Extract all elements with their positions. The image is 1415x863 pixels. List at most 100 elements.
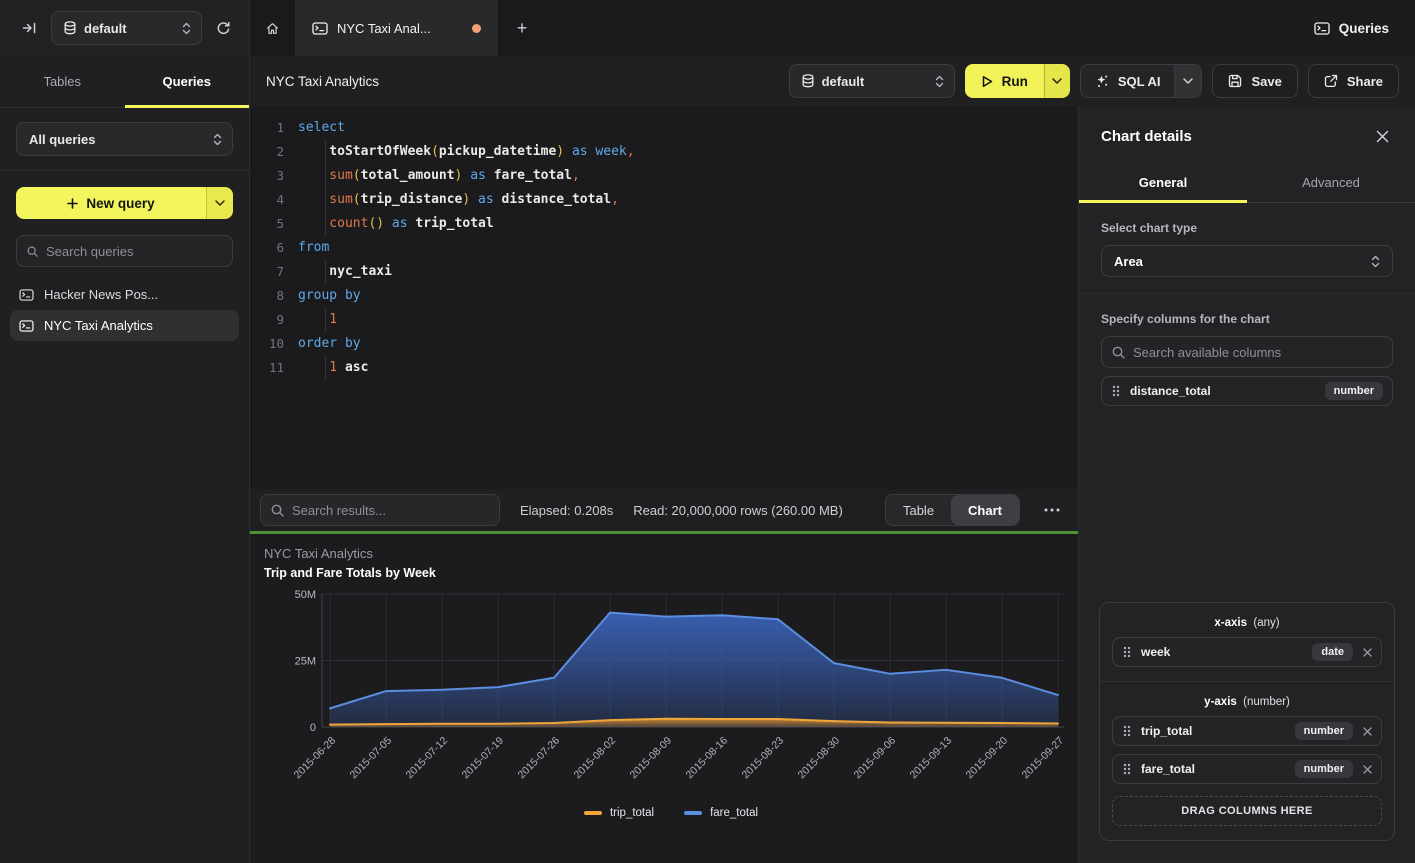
save-button[interactable]: Save [1212, 64, 1297, 98]
terminal-icon [19, 289, 34, 301]
query-search-input[interactable] [46, 244, 222, 259]
results-search[interactable] [260, 494, 500, 526]
x-axis-chip-week[interactable]: week date [1112, 637, 1382, 667]
columns-search[interactable] [1101, 336, 1393, 368]
chart-legend: trip_total fare_total [264, 807, 1078, 819]
home-tab[interactable] [250, 0, 296, 56]
column-chip-distance-total[interactable]: distance_total number [1101, 376, 1393, 406]
rows-read: Read: 20,000,000 rows (260.00 MB) [633, 503, 843, 518]
query-search[interactable] [16, 235, 233, 267]
query-filter-block: All queries [0, 108, 249, 171]
query-tab-nyc-taxi[interactable]: NYC Taxi Anal... [296, 0, 498, 56]
sql-ai-label: SQL AI [1118, 74, 1161, 89]
new-query-block: New query [0, 171, 249, 219]
new-query-dropdown-button[interactable] [206, 187, 233, 219]
code-line: 2 toStartOfWeek(pickup_datetime) as week… [258, 140, 1078, 164]
run-database-selector[interactable]: default [789, 64, 955, 98]
database-icon [64, 21, 76, 35]
query-filter-select[interactable]: All queries [16, 122, 233, 156]
refresh-icon [216, 21, 231, 36]
x-axis-heading: x-axis (any) [1112, 617, 1382, 629]
run-dropdown-button[interactable] [1044, 64, 1070, 98]
drag-columns-dropzone[interactable]: DRAG COLUMNS HERE [1112, 796, 1382, 826]
sql-ai-dropdown-button[interactable] [1174, 65, 1201, 97]
view-toggle: Table Chart [885, 494, 1020, 526]
svg-text:2015-09-13: 2015-09-13 [908, 735, 955, 782]
play-icon [981, 75, 993, 88]
sql-ai-button[interactable]: SQL AI [1081, 65, 1175, 97]
results-more-button[interactable] [1040, 504, 1064, 516]
collapse-icon [22, 21, 37, 35]
results-toolbar: Elapsed: 0.208s Read: 20,000,000 rows (2… [250, 489, 1078, 531]
svg-text:2015-08-23: 2015-08-23 [740, 735, 787, 782]
chevron-down-icon [1183, 78, 1193, 84]
new-tab-button[interactable]: + [498, 0, 546, 56]
sql-editor[interactable]: 1select2 toStartOfWeek(pickup_datetime) … [250, 106, 1078, 489]
terminal-icon [312, 22, 328, 35]
share-button[interactable]: Share [1308, 64, 1399, 98]
database-selector[interactable]: default [51, 11, 202, 45]
y-axis-heading: y-axis (number) [1112, 696, 1382, 708]
chart-subtitle: Trip and Fare Totals by Week [264, 566, 1078, 580]
query-workspace: 1select2 toStartOfWeek(pickup_datetime) … [250, 106, 1078, 863]
drag-handle-icon[interactable] [1112, 385, 1120, 397]
close-panel-button[interactable] [1372, 126, 1393, 147]
code-line: 10order by [258, 332, 1078, 356]
sidebar: Tables Queries All queries New query [0, 56, 250, 863]
drag-handle-icon[interactable] [1123, 763, 1131, 775]
y-axis-chip-fare-total[interactable]: fare_total number [1112, 754, 1382, 784]
svg-text:2015-08-16: 2015-08-16 [684, 735, 731, 782]
remove-column-button[interactable] [1363, 648, 1372, 657]
close-icon [1363, 727, 1372, 736]
new-query-label: New query [86, 196, 154, 211]
search-icon [271, 504, 284, 517]
y-axis-chip-trip-total[interactable]: trip_total number [1112, 716, 1382, 746]
new-query-split-button: New query [16, 187, 233, 219]
code-line: 6from [258, 236, 1078, 260]
refresh-button[interactable] [212, 17, 235, 40]
remove-column-button[interactable] [1363, 727, 1372, 736]
legend-item[interactable]: trip_total [584, 807, 654, 819]
query-item-label: NYC Taxi Analytics [44, 318, 153, 333]
svg-text:2015-07-26: 2015-07-26 [516, 735, 563, 782]
query-list-item-nyc-taxi[interactable]: NYC Taxi Analytics [10, 310, 239, 341]
query-header: NYC Taxi Analytics default Run [250, 56, 1415, 106]
query-list-item-hacker-news[interactable]: Hacker News Pos... [10, 279, 239, 310]
results-search-input[interactable] [292, 503, 489, 518]
sidebar-tab-tables[interactable]: Tables [0, 56, 125, 107]
code-line: 4 sum(trip_distance) as distance_total, [258, 188, 1078, 212]
chart-type-select[interactable]: Area [1101, 245, 1393, 277]
queries-menu-button[interactable]: Queries [1288, 0, 1415, 56]
tab-general[interactable]: General [1079, 163, 1247, 202]
column-name: distance_total [1130, 384, 1315, 398]
sql-ai-split-button: SQL AI [1080, 64, 1203, 98]
close-icon [1363, 648, 1372, 657]
search-icon [1112, 346, 1125, 359]
legend-item[interactable]: fare_total [684, 807, 758, 819]
tab-advanced[interactable]: Advanced [1247, 163, 1415, 202]
columns-label: Specify columns for the chart [1101, 312, 1393, 326]
drag-handle-icon[interactable] [1123, 725, 1131, 737]
run-button[interactable]: Run [965, 64, 1044, 98]
columns-search-input[interactable] [1133, 345, 1382, 360]
chart-type-value: Area [1114, 254, 1371, 269]
chart-type-section: Select chart type Area [1079, 203, 1415, 294]
collapse-sidebar-button[interactable] [18, 17, 41, 39]
drag-handle-icon[interactable] [1123, 646, 1131, 658]
column-type-badge: number [1325, 382, 1383, 400]
new-query-button[interactable]: New query [16, 187, 206, 219]
svg-text:2015-07-19: 2015-07-19 [460, 735, 507, 782]
remove-column-button[interactable] [1363, 765, 1372, 774]
chart-title: NYC Taxi Analytics [264, 546, 1078, 561]
chart-details-title: Chart details [1101, 128, 1192, 145]
svg-text:2015-07-05: 2015-07-05 [348, 735, 395, 782]
plus-icon [67, 198, 78, 209]
updown-chevron-icon [182, 22, 191, 35]
svg-text:2015-08-02: 2015-08-02 [572, 735, 619, 782]
updown-chevron-icon [935, 75, 944, 88]
save-icon [1228, 74, 1242, 88]
tab-title: NYC Taxi Anal... [337, 21, 431, 36]
view-toggle-chart[interactable]: Chart [951, 495, 1019, 525]
sidebar-tab-queries[interactable]: Queries [125, 56, 250, 107]
view-toggle-table[interactable]: Table [886, 495, 951, 525]
